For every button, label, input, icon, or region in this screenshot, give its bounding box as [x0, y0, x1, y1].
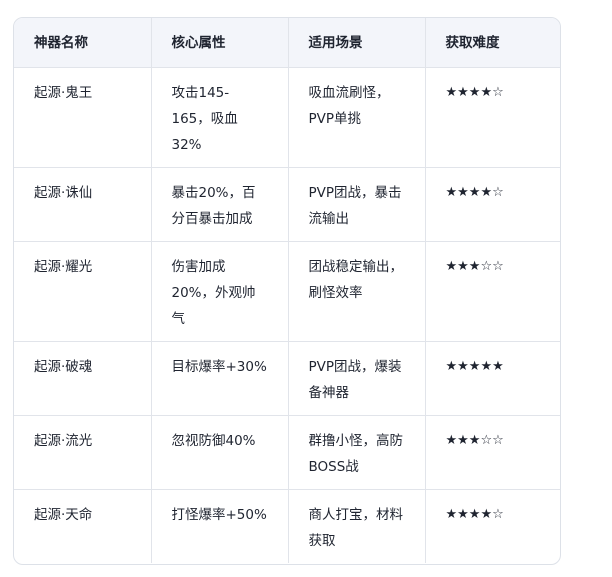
cell-difficulty-stars: ★★★☆☆ [425, 241, 560, 342]
cell-artifact-name: 起源·鬼王 [14, 67, 152, 168]
cell-applicable-scene: PVP团战，暴击流输出 [288, 167, 426, 242]
artifact-table: 神器名称 核心属性 适用场景 获取难度 起源·鬼王 攻击145-165，吸血32… [14, 18, 560, 563]
cell-applicable-scene: PVP团战，爆装备神器 [288, 341, 426, 416]
cell-core-attributes: 目标爆率+30% [151, 341, 289, 416]
table-header-row: 神器名称 核心属性 适用场景 获取难度 [14, 18, 560, 68]
cell-artifact-name: 起源·流光 [14, 415, 152, 490]
header-artifact-name: 神器名称 [14, 18, 152, 68]
cell-difficulty-stars: ★★★★★ [425, 341, 560, 416]
cell-core-attributes: 打怪爆率+50% [151, 489, 289, 563]
cell-difficulty-stars: ★★★★☆ [445, 507, 504, 522]
header-applicable-scene: 适用场景 [288, 18, 426, 68]
header-core-attributes: 核心属性 [151, 18, 289, 68]
cell-difficulty-stars: ★★★★☆ [425, 67, 560, 168]
cell-core-attributes: 伤害加成20%，外观帅气 [151, 241, 289, 342]
table-row: 起源·破魂 目标爆率+30% PVP团战，爆装备神器 ★★★★★ [14, 341, 560, 416]
cell-artifact-name: 起源·耀光 [14, 241, 152, 342]
cell-artifact-name: 起源·破魂 [14, 341, 152, 416]
table-row: 起源·鬼王 攻击145-165，吸血32% 吸血流刷怪，PVP单挑 ★★★★☆ [14, 67, 560, 168]
cell-core-attributes: 忽视防御40% [151, 415, 289, 490]
cell-artifact-name: 起源·天命 [14, 489, 152, 563]
cell-artifact-name: 起源·诛仙 [14, 167, 152, 242]
cell-applicable-scene: 群撸小怪，高防BOSS战 [288, 415, 426, 490]
cell-difficulty-stars: ★★★☆☆ [425, 415, 560, 490]
table-row: 起源·流光 忽视防御40% 群撸小怪，高防BOSS战 ★★★☆☆ [14, 415, 560, 490]
table-row: 起源·耀光 伤害加成20%，外观帅气 团战稳定输出，刷怪效率 ★★★☆☆ [14, 241, 560, 342]
table-row: 起源·天命 打怪爆率+50% 商人打宝，材料获取 ★★★★☆ [14, 489, 560, 563]
cell-applicable-scene: 团战稳定输出，刷怪效率 [288, 241, 426, 342]
artifact-table-container: 神器名称 核心属性 适用场景 获取难度 起源·鬼王 攻击145-165，吸血32… [13, 17, 561, 565]
cell-core-attributes: 暴击20%，百分百暴击加成 [151, 167, 289, 242]
cell-applicable-scene: 商人打宝，材料获取 [288, 489, 426, 563]
table-row: 起源·诛仙 暴击20%，百分百暴击加成 PVP团战，暴击流输出 ★★★★☆ [14, 167, 560, 242]
header-acquire-difficulty: 获取难度 [425, 18, 560, 68]
cell-applicable-scene: 吸血流刷怪，PVP单挑 [288, 67, 426, 168]
cell-core-attributes: 攻击145-165，吸血32% [151, 67, 289, 168]
cell-difficulty-stars: ★★★★☆ [425, 167, 560, 242]
